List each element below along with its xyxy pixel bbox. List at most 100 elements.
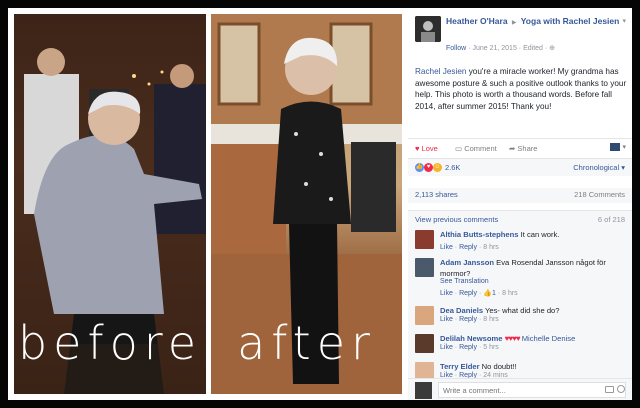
sort-label: Chronological xyxy=(573,163,620,172)
comment-composer xyxy=(408,378,632,400)
chevron-down-icon[interactable]: ▾ xyxy=(622,17,626,25)
comment-text: No doubt!! xyxy=(481,362,517,371)
mention-link[interactable]: Rachel Jesien xyxy=(415,67,466,76)
comment-reply-button[interactable]: Reply xyxy=(459,290,477,297)
heart-icon: ♥ xyxy=(415,144,420,153)
comment-time[interactable]: 8 hrs xyxy=(483,244,499,251)
post-photo[interactable]: before after xyxy=(8,8,408,400)
comment-line: Adam Jansson Eva Rosendal Jansson något … xyxy=(440,258,626,279)
comment-line: Delilah Newsome ♥♥♥♥ Michelle Denise xyxy=(440,334,626,345)
comment-actions: Like · Reply · 👍1 · 8 hrs xyxy=(440,289,518,297)
commenter-name[interactable]: Dea Daniels xyxy=(440,306,483,315)
before-caption: before xyxy=(17,316,203,370)
follow-link[interactable]: Follow xyxy=(446,45,466,52)
separator: · xyxy=(454,316,458,323)
share-label: Share xyxy=(517,144,538,153)
before-photo: before xyxy=(14,14,206,394)
after-caption: after xyxy=(237,316,376,370)
comment-like-button[interactable]: Like xyxy=(440,316,453,323)
commenter-avatar[interactable] xyxy=(415,230,434,249)
triangle-right-icon: ▶ xyxy=(511,20,517,26)
like-reaction-icon[interactable]: 👍 xyxy=(415,163,424,172)
view-previous-comments[interactable]: View previous comments xyxy=(415,215,498,224)
edited-label[interactable]: Edited xyxy=(523,45,543,52)
reaction-summary: 👍 ♥ ☺ 2.6K Chronological ▾ xyxy=(408,158,632,176)
post-author-line: Heather O'Hara ▶ Yoga with Rachel Jesien xyxy=(446,16,630,29)
comment-line: Althia Butts-stephens It can work. xyxy=(440,230,626,241)
commenter-avatar[interactable] xyxy=(415,306,434,325)
comment-actions: Like · Reply · 8 hrs xyxy=(440,316,499,323)
avatar-image xyxy=(415,16,441,42)
comment-reply-button[interactable]: Reply xyxy=(459,316,477,323)
comment-icon: ▭ xyxy=(455,144,463,153)
comment-time[interactable]: 5 hrs xyxy=(483,344,499,351)
share-stats: 2,113 shares 218 Comments xyxy=(408,188,632,203)
separator: · xyxy=(478,290,482,297)
comment-like-count[interactable]: 1 xyxy=(492,290,496,297)
post-panel: Heather O'Hara ▶ Yoga with Rachel Jesien… xyxy=(408,8,632,400)
reaction-count[interactable]: 2.6K xyxy=(445,163,460,172)
comment-like-button[interactable]: Like xyxy=(440,244,453,251)
comments-list: Althia Butts-stephens It can work. Like … xyxy=(408,226,632,381)
commenter-name[interactable]: Terry Elder xyxy=(440,362,480,371)
camera-icon[interactable] xyxy=(605,386,614,393)
comment-reply-button[interactable]: Reply xyxy=(459,244,477,251)
separator: · xyxy=(454,290,458,297)
comment-text[interactable]: Michelle Denise xyxy=(522,334,576,343)
comment-actions: Like · Reply · 5 hrs xyxy=(440,344,499,351)
comment-text: It can work. xyxy=(520,230,560,239)
post-text: Rachel Jesien you're a miracle worker! M… xyxy=(415,66,627,112)
see-translation-link[interactable]: See Translation xyxy=(440,278,489,285)
comment-sort-dropdown[interactable]: Chronological ▾ xyxy=(573,163,625,172)
separator: · xyxy=(454,344,458,351)
commenter-name[interactable]: Althia Butts-stephens xyxy=(440,230,518,239)
write-comment-input[interactable] xyxy=(438,382,626,398)
viewer-selector[interactable]: ▾ xyxy=(610,143,626,152)
comments-position: 6 of 218 xyxy=(597,215,625,224)
love-button[interactable]: ♥ Love xyxy=(415,144,438,153)
share-button[interactable]: ➦ Share xyxy=(509,144,537,153)
commenter-avatar[interactable] xyxy=(415,334,434,353)
comment-time[interactable]: 8 hrs xyxy=(502,290,518,297)
thumbs-up-icon: 👍 xyxy=(483,290,492,297)
shares-count[interactable]: 2,113 shares xyxy=(415,190,458,199)
comment-time[interactable]: 8 hrs xyxy=(483,316,499,323)
author-avatar[interactable] xyxy=(415,16,441,42)
post-date[interactable]: June 21, 2015 xyxy=(472,45,516,52)
after-photo: after xyxy=(211,14,402,394)
commenter-name[interactable]: Delilah Newsome xyxy=(440,334,502,343)
globe-icon: ⊕ xyxy=(549,45,556,52)
haha-reaction-icon[interactable]: ☺ xyxy=(433,163,442,172)
commenter-name[interactable]: Adam Jansson xyxy=(440,258,494,267)
author-name[interactable]: Heather O'Hara xyxy=(446,16,508,26)
post-header: Heather O'Hara ▶ Yoga with Rachel Jesien… xyxy=(408,8,632,64)
post-meta: Follow · June 21, 2015 · Edited · ⊕ xyxy=(446,44,555,52)
love-reaction-icon[interactable]: ♥ xyxy=(424,163,433,172)
viewer-avatar xyxy=(415,382,432,399)
group-name[interactable]: Yoga with Rachel Jesien xyxy=(521,16,620,26)
caret-down-icon: ▾ xyxy=(622,144,626,151)
comments-pager: View previous comments 6 of 218 xyxy=(408,210,632,226)
share-icon: ➦ xyxy=(509,144,516,153)
comment-line: Dea Daniels Yes- what did she do? xyxy=(440,306,626,317)
comment-line: Terry Elder No doubt!! xyxy=(440,362,626,373)
separator: · xyxy=(478,316,482,323)
comment-button[interactable]: ▭ Comment xyxy=(455,144,497,153)
emoji-icon[interactable] xyxy=(617,385,625,393)
action-bar: ♥ Love ▭ Comment ➦ Share ▾ xyxy=(408,138,632,158)
separator: · xyxy=(454,244,458,251)
comment-reply-button[interactable]: Reply xyxy=(459,344,477,351)
love-label: Love xyxy=(421,144,438,153)
caret-down-icon: ▾ xyxy=(621,163,625,172)
separator: · xyxy=(478,344,482,351)
comments-count[interactable]: 218 Comments xyxy=(574,190,625,199)
comment-text: Yes- what did she do? xyxy=(485,306,560,315)
viewer-avatar xyxy=(610,143,621,152)
comment-actions: Like · Reply · 8 hrs xyxy=(440,244,499,251)
comment-label: Comment xyxy=(464,144,497,153)
separator: · xyxy=(478,244,482,251)
commenter-avatar[interactable] xyxy=(415,258,434,277)
comment-like-button[interactable]: Like xyxy=(440,290,453,297)
hearts-emoji: ♥♥♥♥ xyxy=(504,334,521,343)
comment-like-button[interactable]: Like xyxy=(440,344,453,351)
